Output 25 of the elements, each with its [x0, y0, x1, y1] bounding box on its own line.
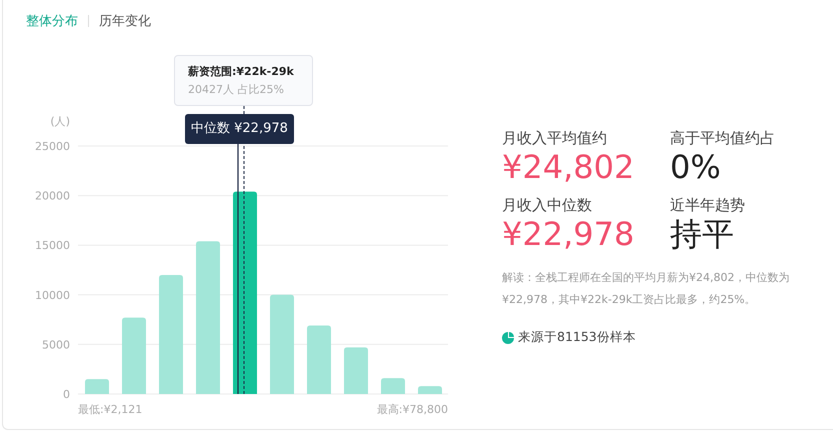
tick-label: 0 — [63, 388, 70, 401]
tooltip-title: 薪资范围:¥22k-29k — [188, 64, 295, 79]
axis-label: (人) — [50, 115, 70, 128]
note-text: 解读：全栈工程师在全国的平均月薪为¥24,802，中位数为¥22,978，其中¥22k-29k工资占比最多，约25%。 — [502, 270, 790, 308]
median-label: 中位数 ¥22,978 — [185, 114, 294, 144]
tick-label: 20000 — [35, 190, 70, 203]
tick-label: 25000 — [35, 140, 70, 153]
tick-label: 10000 — [35, 288, 70, 302]
bar[interactable] — [233, 192, 257, 394]
stat-value: ¥24,802 — [502, 148, 636, 186]
stat-label: 月收入平均值约 — [502, 129, 608, 148]
stat-value: 0% — [670, 148, 722, 186]
tab[interactable]: 历年变化 — [99, 12, 151, 30]
tick-label: 5000 — [42, 338, 70, 352]
tooltip-detail: 20427人 占比25% — [188, 82, 285, 97]
tick-label: 15000 — [35, 239, 70, 252]
max-label: 最高:¥78,800 — [376, 403, 448, 416]
stat-value: ¥22,978 — [502, 215, 636, 253]
min-label: 最低:¥2,121 — [78, 403, 142, 416]
source-text: 来源于81153份样本 — [518, 329, 636, 346]
stat-value: 持平 — [670, 215, 735, 253]
stat-label: 近半年趋势 — [670, 196, 746, 215]
pie-icon — [502, 332, 514, 344]
stat-label: 高于平均值约占 — [670, 129, 776, 148]
stat-label: 月收入中位数 — [502, 196, 593, 215]
